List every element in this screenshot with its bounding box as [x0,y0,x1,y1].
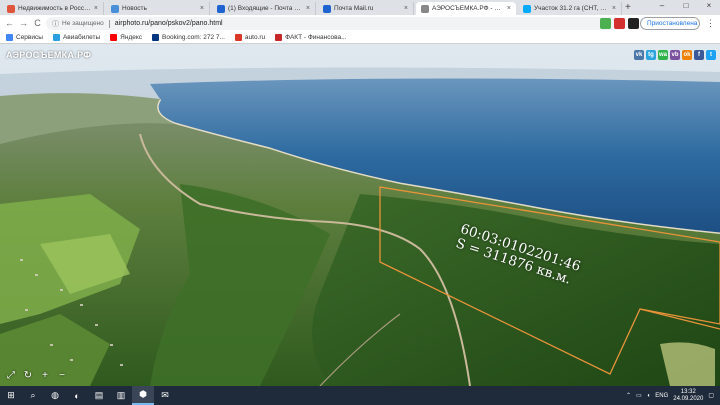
notifications-icon[interactable]: ▢ [708,392,714,399]
plane-icon [52,34,60,41]
bookmark-yandex[interactable]: Яндекс [110,34,142,41]
tab-title: Участок 31.2 га (СНТ, ДНП) [534,5,609,12]
browser-menu-icon[interactable]: ⋮ [706,18,715,29]
bookmark-label: Сервисы [16,34,43,41]
extension-icon[interactable] [614,18,625,29]
back-button[interactable]: ← [4,18,15,29]
realty-favicon-icon [7,4,15,13]
chrome-icon[interactable]: ⬢ [132,386,154,405]
bookmarks-bar: Сервисы Авиабилеты Яндекс Booking.com: 2… [0,32,720,44]
bookmark-flights[interactable]: Авиабилеты [52,34,101,41]
bookmark-label: auto.ru [244,34,266,41]
share-buttons: vk tg wa vb ok f t [634,50,716,60]
mail-icon[interactable]: ✉ [154,386,176,405]
tab-close-icon[interactable]: × [94,5,98,12]
language-indicator[interactable]: ENG [655,393,668,399]
tab-mail-inbox[interactable]: (1) Входящие - Почта Mail.ru × [212,2,316,15]
tab-close-icon[interactable]: × [612,5,616,12]
mail-favicon-icon [217,4,225,13]
start-icon[interactable]: ⊞ [0,386,22,405]
forward-button[interactable]: → [18,18,29,29]
autoru-icon [234,34,242,41]
yandex-icon [110,34,118,41]
zoom-in-icon[interactable]: + [39,370,51,382]
volume-icon[interactable]: ◖ [647,393,651,399]
url-text[interactable]: airphoto.ru/pano/pskov2/pano.html [115,20,223,27]
bookmark-label: Авиабилеты [62,34,101,41]
news-favicon-icon [111,4,119,13]
autorotate-icon[interactable]: ↻ [22,370,34,382]
bookmark-label: Booking.com: 272 7... [162,34,225,41]
profile-paused-button[interactable]: Приостановлена [640,17,700,30]
paused-label: Приостановлена [647,20,698,27]
tab-mail[interactable]: Почта Mail.ru × [318,2,414,15]
bookmark-services[interactable]: Сервисы [6,34,43,41]
browser-toolbar: ← → C ⓘ Не защищено airphoto.ru/pano/psk… [0,15,720,32]
tab-close-icon[interactable]: × [404,5,408,12]
clock[interactable]: 13:32 24.09.2020 [673,389,703,403]
bookmark-booking[interactable]: Booking.com: 272 7... [152,34,225,41]
tab-close-icon[interactable]: × [200,5,204,12]
search-icon[interactable]: ⌕ [22,386,44,405]
bookmark-label: Яндекс [120,34,143,41]
fullscreen-icon[interactable]: ⤢ [5,370,17,382]
clock-time: 13:32 [680,388,696,395]
bookmark-autoru[interactable]: auto.ru [234,34,266,41]
tab-title: (1) Входящие - Почта Mail.ru [228,5,303,12]
file-explorer-icon[interactable]: ▤ [88,386,110,405]
odnoklassniki-icon[interactable]: ok [682,50,692,60]
bookmark-label: ФАКТ - Финансова... [285,34,347,41]
extension-icon[interactable] [628,18,639,29]
tab-close-icon[interactable]: × [306,5,310,12]
chevron-up-icon[interactable]: ⌃ [626,392,631,399]
site-brand-logo[interactable]: АЭРОСЪЕМКА.РФ [6,50,91,60]
tab-news[interactable]: Новость × [106,2,210,15]
system-tray: ⌃ ▭ ◖ ENG 13:32 24.09.2020 ▢ [626,386,714,405]
pano-controls: ⤢ ↻ + − [5,370,68,382]
tab-realty[interactable]: Недвижимость в России × [2,2,104,15]
avito-favicon-icon [523,4,531,13]
twitter-icon[interactable]: t [706,50,716,60]
security-status: Не защищено [62,20,104,27]
aerial-panorama-image[interactable] [0,44,720,386]
whatsapp-icon[interactable]: wa [658,50,668,60]
telegram-icon[interactable]: tg [646,50,656,60]
viber-icon[interactable]: vb [670,50,680,60]
info-icon[interactable]: ⓘ [52,19,59,29]
tab-plot-listing[interactable]: Участок 31.2 га (СНТ, ДНП) × [518,2,622,15]
booking-icon [152,34,160,41]
tab-aerosemka[interactable]: АЭРОСЪЕМКА.РФ - виртуаль × [416,2,516,15]
reload-button[interactable]: C [32,18,43,29]
close-window-button[interactable]: × [697,0,720,12]
minimize-button[interactable]: – [650,0,674,12]
network-icon[interactable]: ▭ [636,392,642,399]
cortana-icon[interactable]: ◍ [44,386,66,405]
zoom-out-icon[interactable]: − [56,370,68,382]
tab-strip: Недвижимость в России × Новость × (1) Вх… [0,0,720,15]
fakt-icon [275,34,283,41]
mail-favicon-icon [323,4,331,13]
tab-title: Почта Mail.ru [334,5,374,12]
tab-close-icon[interactable]: × [507,5,511,12]
maximize-button[interactable]: □ [674,0,698,12]
divider [108,19,110,28]
bookmark-fakt[interactable]: ФАКТ - Финансова... [275,34,347,41]
clock-date: 24.09.2020 [673,395,704,402]
windows-taskbar: ⊞ ⌕ ◍ ◐ ▤ ▥ ⬢ ✉ ⌃ ▭ ◖ ENG 13:32 24.09.20… [0,386,720,405]
new-tab-button[interactable]: + [625,2,631,13]
tab-title: Новость [122,5,147,12]
address-bar[interactable]: ⓘ Не защищено airphoto.ru/pano/pskov2/pa… [46,17,628,30]
tab-title: АЭРОСЪЕМКА.РФ - виртуаль [432,5,504,12]
panorama-viewer[interactable]: АЭРОСЪЕМКА.РФ vk tg wa vb ok f t 60:03:0… [0,44,720,386]
apps-grid-icon [6,34,13,41]
vk-icon[interactable]: vk [634,50,644,60]
store-icon[interactable]: ▥ [110,386,132,405]
extension-icon[interactable] [600,18,611,29]
facebook-icon[interactable]: f [694,50,704,60]
edge-icon[interactable]: ◐ [66,386,88,405]
aerosemka-favicon-icon [421,4,429,13]
tab-title: Недвижимость в России [18,5,91,12]
